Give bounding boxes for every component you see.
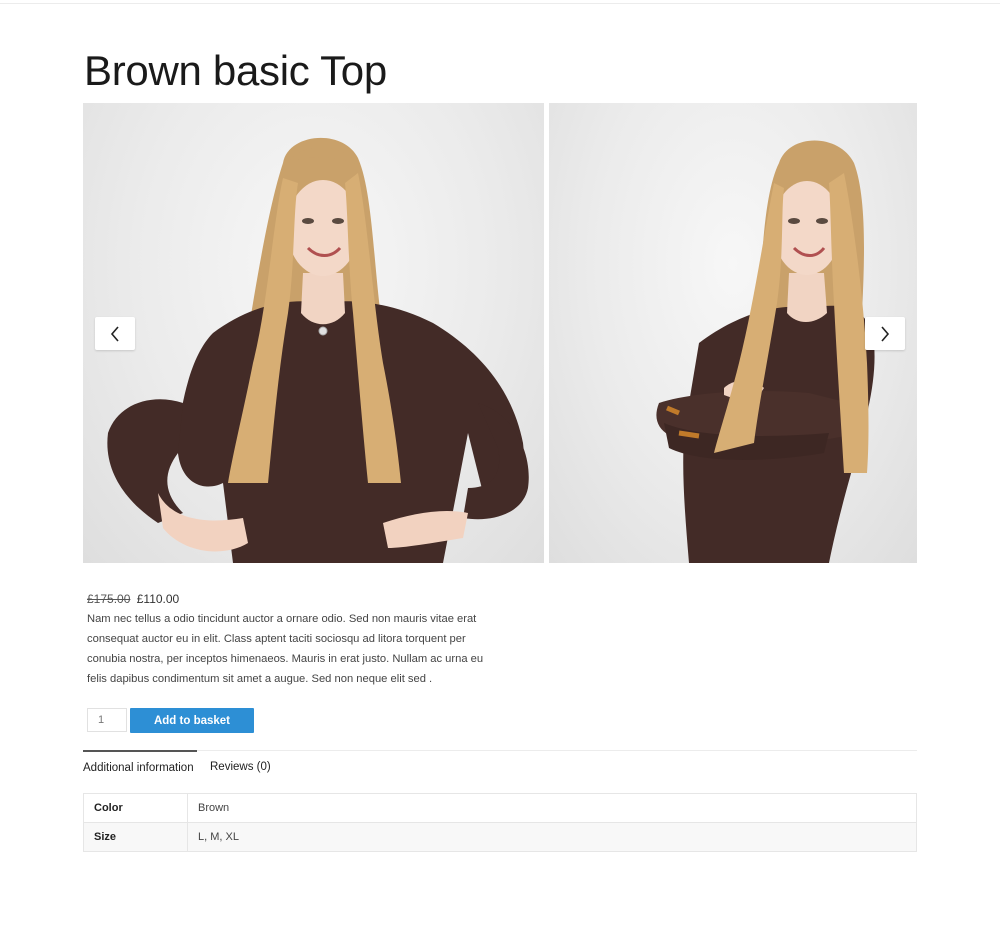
chevron-left-icon	[110, 325, 119, 342]
product-description: Nam nec tellus a odio tincidunt auctor a…	[87, 613, 484, 685]
price-sale: £110.00	[136, 592, 180, 606]
product-image-side[interactable]	[549, 103, 917, 563]
tabs-divider	[83, 750, 917, 751]
table-row: Size L, M, XL	[83, 822, 917, 852]
add-to-basket-button[interactable]: Add to basket	[130, 708, 254, 733]
quantity-input[interactable]	[87, 708, 127, 732]
chevron-right-icon	[881, 325, 890, 342]
product-title: Brown basic Top	[84, 47, 387, 94]
product-image-front[interactable]	[83, 103, 544, 563]
product-gallery	[83, 103, 917, 563]
gallery-prev-button[interactable]	[95, 317, 135, 350]
product-attributes-table: Color Brown Size L, M, XL	[83, 793, 917, 852]
attribute-name: Size	[83, 822, 188, 852]
gallery-next-button[interactable]	[865, 317, 905, 350]
tab-reviews[interactable]: Reviews (0)	[210, 751, 271, 783]
table-row: Color Brown	[83, 793, 917, 823]
attribute-value: Brown	[187, 793, 917, 823]
attribute-name: Color	[83, 793, 188, 823]
tab-additional-information[interactable]: Additional information	[83, 750, 197, 782]
header-divider	[0, 0, 1000, 4]
product-price: £175.00 £110.00	[87, 591, 179, 607]
attribute-value: L, M, XL	[187, 822, 917, 852]
price-original: £175.00	[87, 592, 131, 606]
